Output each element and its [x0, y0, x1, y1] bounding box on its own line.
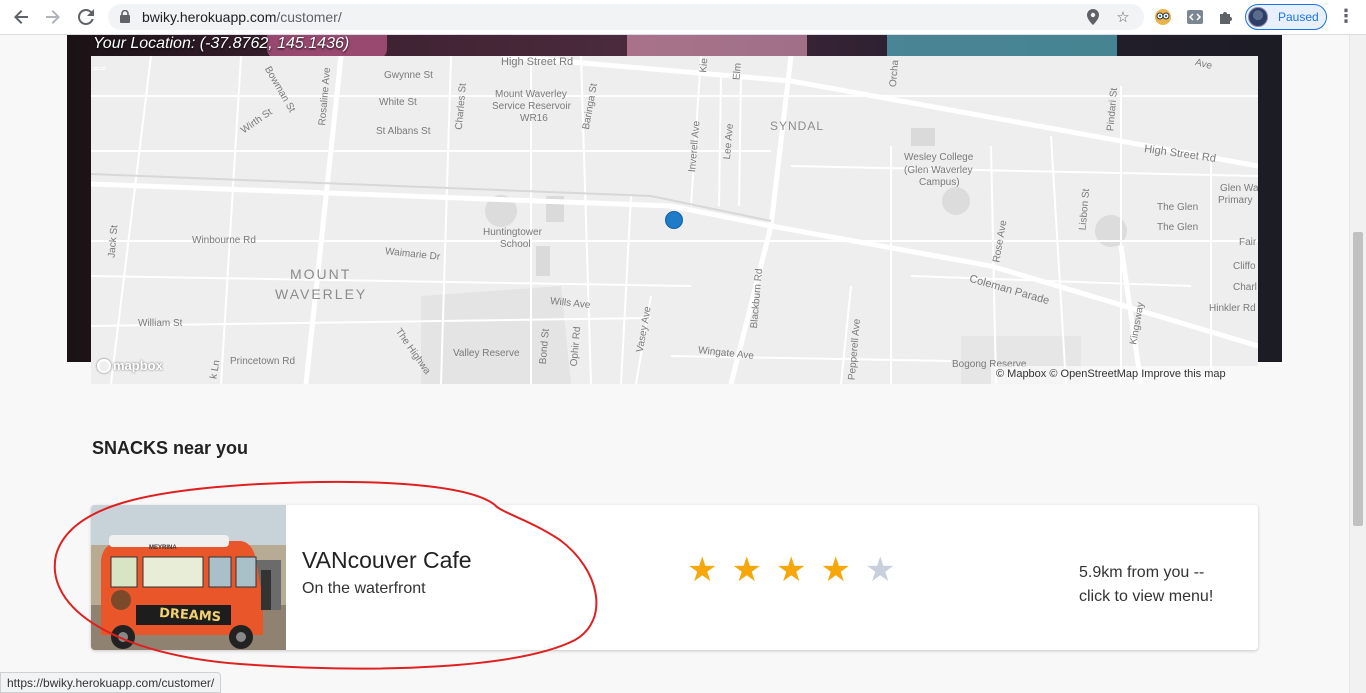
map-label: Fair	[1239, 237, 1257, 248]
reload-icon[interactable]	[74, 6, 98, 28]
map-label: The Glen	[1157, 222, 1199, 233]
user-location-marker[interactable]	[665, 211, 683, 229]
map[interactable]: Gwynne St White St St Albans St High Str…	[91, 56, 1258, 384]
user-location-text: Your Location: (-37.8762, 145.1436)	[93, 35, 350, 52]
star-icon: ★	[864, 551, 896, 589]
map-label: St Albans St	[376, 126, 431, 137]
lock-icon	[120, 10, 130, 23]
map-label: William St	[138, 318, 183, 329]
status-bar-url: https://bwiky.herokuapp.com/customer/	[0, 672, 222, 693]
map-label: MOUNT	[290, 266, 352, 282]
map-label: Gwynne St	[384, 70, 433, 81]
mapbox-logo[interactable]: mapbox	[97, 358, 163, 373]
map-label: High Street Rd	[501, 56, 574, 68]
profile-button[interactable]: Paused	[1245, 4, 1327, 30]
map-label: Elm	[731, 62, 744, 81]
star-icon: ★	[820, 551, 851, 589]
address-bar[interactable]: bwiky.herokuapp.com/customer/ ☆	[108, 4, 1144, 30]
avatar	[1248, 7, 1268, 27]
map-label: Hinkler Rd	[1209, 303, 1256, 314]
bookmark-star-icon[interactable]: ☆	[1114, 9, 1132, 26]
map-label: WAVERLEY	[275, 286, 368, 302]
map-label: School	[500, 239, 531, 250]
map-label: SYNDAL	[770, 119, 825, 133]
star-icon: ★	[687, 551, 718, 589]
browser-toolbar: bwiky.herokuapp.com/customer/ ☆ Paused ⋮	[0, 0, 1366, 35]
map-label: Huntingtower	[483, 227, 542, 238]
distance-link[interactable]: 5.9km from you -- click to view menu!	[1079, 561, 1239, 609]
map-label: Campus)	[919, 177, 960, 188]
map-label: Charl	[1233, 282, 1257, 293]
van-photo: MEYRINA DREAMS	[91, 505, 286, 650]
star-icon: ★	[775, 551, 807, 589]
section-title: SNACKS near you	[92, 438, 249, 458]
location-marker-text: ==	[93, 62, 107, 75]
map-label: WR16	[520, 113, 548, 124]
map-label: Valley Reserve	[453, 348, 520, 359]
map-label: Primary	[1218, 195, 1253, 206]
map-label: The Glen	[1157, 202, 1199, 213]
extension-code-icon[interactable]	[1186, 8, 1204, 26]
map-label: Winbourne Rd	[192, 235, 256, 246]
map-label: Princetown Rd	[230, 356, 296, 367]
profile-status-label: Paused	[1278, 10, 1319, 24]
map-label: Wesley College	[904, 152, 974, 163]
map-label: (Glen Waverley	[904, 165, 973, 176]
van-sign-top: MEYRINA	[149, 545, 177, 551]
map-label: Service Reservoir	[492, 101, 571, 112]
map-label: Glen Wav	[1220, 183, 1258, 194]
browser-menu-icon[interactable]: ⋮	[1337, 6, 1355, 27]
scrollbar-thumb[interactable]	[1353, 232, 1363, 526]
extensions-puzzle-icon[interactable]	[1217, 8, 1235, 26]
van-name: VANcouver Cafe	[302, 547, 472, 573]
map-label: White St	[379, 97, 417, 108]
van-card[interactable]: MEYRINA DREAMS VANcouver Cafe On the wat…	[91, 505, 1258, 650]
van-description: On the waterfront	[302, 580, 426, 597]
location-pin-icon[interactable]	[1084, 9, 1102, 25]
rating-stars: ★ ★ ★ ★ ★	[687, 553, 895, 587]
url-text: bwiky.herokuapp.com/customer/	[142, 9, 342, 25]
star-icon: ★	[731, 551, 762, 589]
map-attribution[interactable]: © Mapbox © OpenStreetMap Improve this ma…	[991, 366, 1258, 384]
map-label: Mount Waverley	[495, 89, 567, 100]
extension-owl-icon[interactable]	[1154, 8, 1172, 26]
page-scrollbar[interactable]	[1349, 35, 1366, 693]
map-label: Cliffo	[1233, 261, 1256, 272]
view-menu-text: click to view menu!	[1079, 588, 1214, 605]
map-label: Kie	[698, 57, 711, 74]
back-icon[interactable]	[9, 6, 33, 28]
forward-icon[interactable]	[41, 6, 65, 28]
distance-text: 5.9km from you --	[1079, 564, 1205, 581]
